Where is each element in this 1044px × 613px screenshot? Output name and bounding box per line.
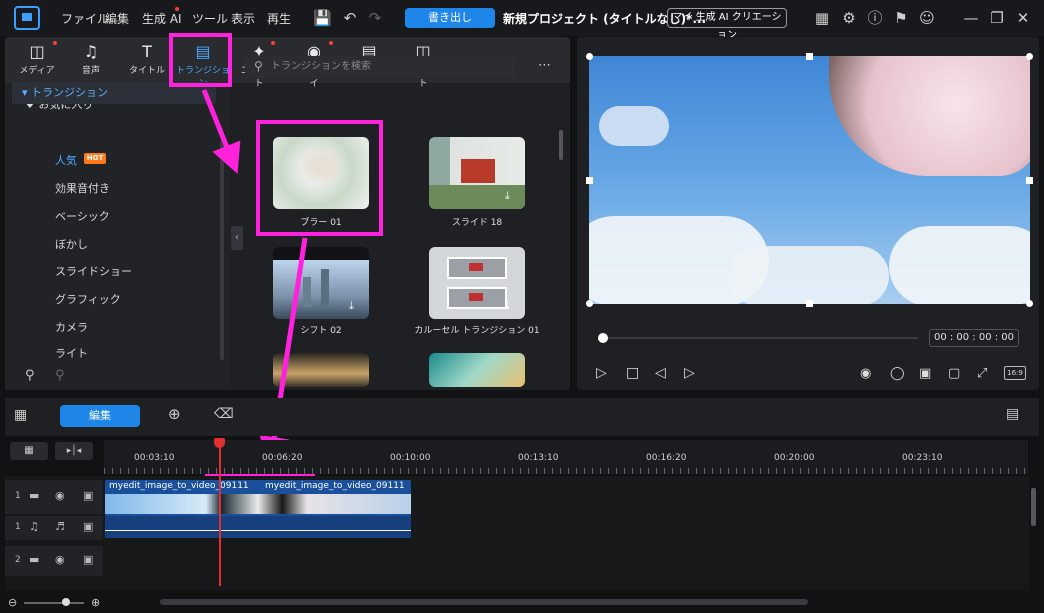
snapshot-icon[interactable]: ◉ <box>860 366 871 381</box>
resize-handle[interactable] <box>1026 177 1033 184</box>
resize-handle[interactable] <box>1026 300 1033 307</box>
clip-filmstrip <box>105 494 411 514</box>
cloud-image <box>729 246 889 304</box>
zoom-fit-icon[interactable]: ▢ <box>948 366 960 381</box>
zoom-in-icon[interactable]: ⊕ <box>91 596 100 609</box>
timecode-display: 00 : 00 : 00 : 00 <box>929 329 1019 347</box>
lock-icon[interactable]: ▣ <box>83 520 93 533</box>
zoom-out-icon[interactable]: ⊖ <box>8 596 17 609</box>
track-number: 1 <box>15 522 21 532</box>
quality-icon[interactable]: ▣ <box>919 366 931 381</box>
fullscreen-icon[interactable]: ⤢ <box>977 366 987 381</box>
dropdown-circle-icon[interactable]: ⊕ <box>168 405 181 423</box>
timeline-layout-icon[interactable]: ▦ <box>14 407 27 423</box>
toolbox-icon[interactable]: ▤ <box>1006 406 1019 422</box>
video-track-2-header: 2 ▬ ◉ ▣ <box>5 546 103 576</box>
resize-handle[interactable] <box>586 300 593 307</box>
cherry-blossom-image <box>829 56 1030 176</box>
lock-icon[interactable]: ▣ <box>83 489 93 502</box>
video-track-icon: ▬ <box>29 553 40 566</box>
tick-label: 00:20:00 <box>774 453 815 463</box>
resize-handle[interactable] <box>586 53 593 60</box>
resize-handle[interactable] <box>806 300 813 307</box>
timeline-toolbar <box>5 398 1039 436</box>
tick-label: 00:13:10 <box>518 453 559 463</box>
seek-bar[interactable] <box>602 337 918 339</box>
aspect-ratio-button[interactable]: 16:9 <box>1004 366 1026 380</box>
ruler-ticks <box>104 468 1028 474</box>
cloud-image <box>599 106 669 146</box>
eye-icon[interactable]: ◉ <box>55 489 65 502</box>
tick-label: 00:06:20 <box>262 453 303 463</box>
track-manager-button[interactable]: ▦ <box>10 442 48 460</box>
eye-icon[interactable]: ◉ <box>55 553 65 566</box>
preview-video <box>589 56 1030 304</box>
record-icon[interactable]: ◯ <box>890 366 905 381</box>
video-track-icon: ▬ <box>29 489 40 502</box>
clip-title-b: myedit_image_to_video_09111 <box>263 481 411 491</box>
resize-handle[interactable] <box>586 177 593 184</box>
trash-icon[interactable]: ⌫ <box>214 406 234 422</box>
zoom-slider-handle[interactable] <box>62 598 70 606</box>
next-frame-icon[interactable]: ▷ <box>684 365 695 381</box>
stop-icon[interactable]: □ <box>626 365 639 381</box>
speaker-icon[interactable]: ♬ <box>55 520 65 533</box>
lock-icon[interactable]: ▣ <box>83 553 93 566</box>
video-track-header: 1 ▬ ◉ ▣ <box>5 480 103 514</box>
zoom-slider[interactable] <box>24 602 84 604</box>
tick-label: 00:16:20 <box>646 453 687 463</box>
video-clip[interactable]: myedit_image_to_video_09111 myedit_image… <box>105 480 411 516</box>
arrow-to-blur <box>201 89 241 174</box>
cloud-image <box>889 226 1030 304</box>
tick-label: 00:10:00 <box>390 453 431 463</box>
prev-frame-icon[interactable]: ◁ <box>655 365 666 381</box>
volume-line[interactable] <box>105 530 411 531</box>
timeline-v-scrollbar[interactable] <box>1031 488 1036 526</box>
seek-handle[interactable] <box>598 333 608 343</box>
tick-label: 00:23:10 <box>902 453 943 463</box>
track-number: 2 <box>15 555 21 565</box>
audio-clip[interactable] <box>105 516 411 538</box>
clip-title-a: myedit_image_to_video_09111 <box>109 481 249 491</box>
fit-timeline-button[interactable]: ▸│◂ <box>55 442 93 460</box>
tick-label: 00:03:10 <box>134 453 175 463</box>
edit-button[interactable]: 編集 <box>60 405 140 427</box>
resize-handle[interactable] <box>806 53 813 60</box>
playhead[interactable] <box>219 440 221 586</box>
audio-track-header: 1 ♫ ♬ ▣ <box>5 516 103 540</box>
music-icon: ♫ <box>29 520 39 533</box>
resize-handle[interactable] <box>1026 53 1033 60</box>
track-number: 1 <box>15 491 21 501</box>
timeline-h-scrollbar[interactable] <box>160 599 808 605</box>
play-icon[interactable]: ▷ <box>596 365 607 381</box>
